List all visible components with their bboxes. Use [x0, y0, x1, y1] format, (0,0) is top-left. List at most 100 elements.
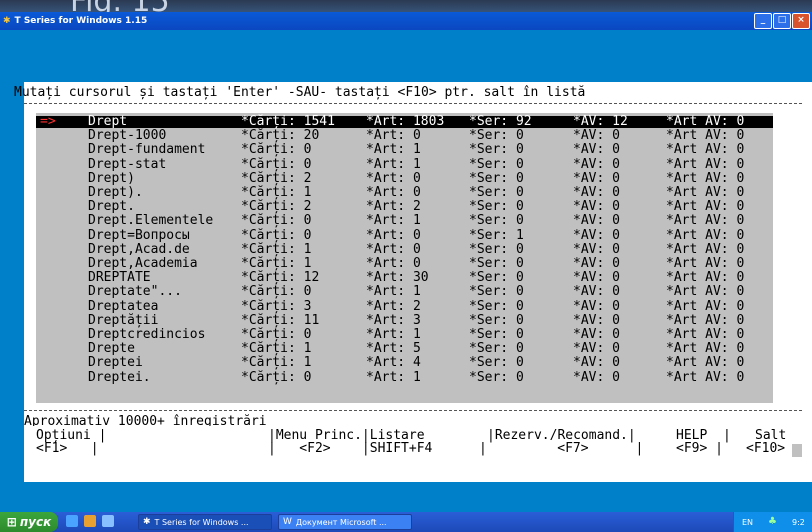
carti-count: *Cărți: 20	[241, 128, 320, 144]
network-icon[interactable]: ♣	[768, 516, 777, 527]
windows-logo-icon: ⊞	[6, 515, 17, 529]
art-count: *Art: 0	[366, 128, 421, 144]
fkey-f1[interactable]: <F1> |	[36, 442, 99, 455]
start-button[interactable]: ⊞ пуск	[0, 512, 58, 532]
av-count: *AV: 0	[573, 142, 620, 158]
ser-count: *Ser: 0	[469, 185, 524, 200]
divider-bottom	[24, 410, 802, 411]
av-count: *AV: 0	[573, 256, 620, 271]
fkey-f7[interactable]: | <F7> |	[479, 442, 643, 455]
instruction-text: Mutați cursorul și tastați 'Enter' -SAU-…	[14, 85, 586, 100]
art-count: *Art: 2	[366, 298, 421, 314]
art-count: *Art: 0	[366, 185, 421, 200]
art-count: *Art: 1	[366, 156, 421, 172]
window-titlebar[interactable]: ✱ T Series for Windows 1.15 _ □ ×	[0, 12, 812, 30]
term-row[interactable]: Drept,Academia *Cărți: 1 *Art: 0 *Ser: 0 *AV…	[36, 256, 773, 271]
term-row[interactable]: Drept.Elementele *Cărți: 0 *Art: 1 *Ser: 0 *…	[36, 213, 773, 229]
browser-icon[interactable]	[66, 515, 78, 527]
term-row[interactable]: Dreptei *Cărți: 1 *Art: 4 *Ser: 0 *AV: 0 *Art…	[36, 356, 773, 369]
av-count: *AV: 12	[573, 114, 628, 129]
term-row[interactable]: Drept-stat *Cărți: 0 *Art: 1 *Ser: 0 *AV: 0 *…	[36, 156, 773, 172]
art-count: *Art: 0	[366, 227, 421, 243]
term-name: DREPTATE	[88, 270, 151, 286]
art-count: *Art: 1	[366, 213, 421, 229]
start-label: пуск	[19, 515, 52, 529]
fkey-f10[interactable]: <F10>	[746, 442, 785, 455]
desktop-icon[interactable]	[102, 515, 114, 527]
ser-count: *Ser: 0	[469, 298, 524, 314]
av-count: *AV: 0	[573, 128, 620, 144]
term-name: Drepte	[88, 341, 135, 357]
ser-count: *Ser: 0	[469, 199, 524, 215]
term-name: Drept.	[88, 199, 135, 215]
term-row[interactable]: Drept) *Cărți: 2 *Art: 0 *Ser: 0 *AV: 0 *Art …	[36, 170, 773, 186]
art-count: *Art: 1	[366, 284, 421, 300]
minimize-button[interactable]: _	[754, 13, 772, 29]
art-count: *Art: 0	[366, 241, 421, 257]
term-row[interactable]: Drept,Acad.de *Cărți: 1 *Art: 0 *Ser: 0 *AV:…	[36, 241, 773, 257]
art-av-count: *Art AV: 0	[666, 312, 745, 328]
task-label: T Series for Windows ...	[154, 517, 249, 527]
term-row[interactable]: Drept=Вопросы *Cărți: 0 *Art: 0 *Ser: 1 *AV:…	[36, 227, 773, 243]
window-title: T Series for Windows 1.15	[14, 16, 148, 26]
close-button[interactable]: ×	[792, 13, 810, 29]
ser-count: *Ser: 0	[469, 170, 524, 186]
app-icon: ✱	[3, 16, 11, 26]
av-count: *AV: 0	[573, 327, 620, 342]
term-name: Dreptcredincios	[88, 327, 206, 342]
taskbar: ⊞ пуск ✱ T Series for Windows ... W Доку…	[0, 512, 812, 532]
selection-marker: =>	[40, 114, 56, 129]
term-name: Drept,Academia	[88, 256, 198, 271]
ser-count: *Ser: 0	[469, 241, 524, 257]
text-cursor	[585, 86, 646, 99]
art-count: *Art: 2	[366, 199, 421, 215]
term-row[interactable]: Drept). *Cărți: 1 *Art: 0 *Ser: 0 *AV: 0 *Art…	[36, 185, 773, 200]
term-row[interactable]: Drept-fundament *Cărți: 0 *Art: 1 *Ser: 0 *A…	[36, 142, 773, 158]
term-row[interactable]: DREPTATE *Cărți: 12 *Art: 30 *Ser: 0 *AV: 0 *…	[36, 270, 773, 286]
task-label: Документ Microsoft ...	[295, 517, 387, 527]
av-count: *AV: 0	[573, 284, 620, 300]
art-count: *Art: 0	[366, 256, 421, 271]
term-name: Drept-1000	[88, 128, 167, 144]
fkey-f9[interactable]: <F9> |	[676, 442, 723, 455]
carti-count: *Cărți: 1	[241, 241, 312, 257]
fkey-f2-shiftf4[interactable]: | <F2> |SHIFT+F4	[268, 442, 432, 455]
term-list[interactable]: => Drept *Cărți: 1541 *Art: 1803 *Ser: 92 *AV…	[36, 113, 773, 403]
carti-count: *Cărți: 3	[241, 298, 312, 314]
language-indicator[interactable]: EN	[742, 518, 753, 527]
art-av-count: *Art AV: 0	[666, 227, 745, 243]
term-row[interactable]: Drepte *Cărți: 1 *Art: 5 *Ser: 0 *AV: 0 *Art …	[36, 341, 773, 357]
task-document[interactable]: W Документ Microsoft ...	[278, 514, 412, 530]
term-row[interactable]: => Drept *Cărți: 1541 *Art: 1803 *Ser: 92 *AV…	[36, 114, 773, 129]
art-count: *Art: 3	[366, 312, 421, 328]
term-row[interactable]: Dreptcredincios *Cărți: 0 *Art: 1 *Ser: 0 *A…	[36, 327, 773, 342]
term-name: Drept).	[88, 185, 143, 200]
art-av-count: *Art AV: 0	[666, 256, 745, 271]
task-tseries[interactable]: ✱ T Series for Windows ...	[138, 514, 272, 530]
term-row[interactable]: Drept. *Cărți: 2 *Art: 2 *Ser: 0 *AV: 0 *Art …	[36, 199, 773, 215]
carti-count: *Cărți: 1	[241, 185, 312, 200]
art-count: *Art: 1	[366, 142, 421, 158]
term-name: Drept=Вопросы	[88, 227, 190, 243]
ser-count: *Ser: 0	[469, 213, 524, 229]
art-av-count: *Art AV: 0	[666, 284, 745, 300]
word-icon: W	[283, 517, 292, 527]
ser-count: *Ser: 0	[469, 369, 524, 385]
term-row[interactable]: Dreptatea *Cărți: 3 *Art: 2 *Ser: 0 *AV: 0 *A…	[36, 298, 773, 314]
av-count: *AV: 0	[573, 170, 620, 186]
ser-count: *Ser: 0	[469, 312, 524, 328]
carti-count: *Cărți: 2	[241, 170, 312, 186]
term-name: Dreptatea	[88, 298, 159, 314]
art-count: *Art: 30	[366, 270, 429, 286]
ser-count: *Ser: 1	[469, 227, 524, 243]
carti-count: *Cărți: 1	[241, 256, 312, 271]
media-icon[interactable]	[84, 515, 96, 527]
term-row[interactable]: Dreptei. *Cărți: 0 *Art: 1 *Ser: 0 *AV: 0 *Ar…	[36, 369, 773, 385]
term-row[interactable]: Dreptății *Cărți: 11 *Art: 3 *Ser: 0 *AV: 0 *…	[36, 312, 773, 328]
term-row[interactable]: Dreptate"... *Cărți: 0 *Art: 1 *Ser: 0 *AV: …	[36, 284, 773, 300]
maximize-button[interactable]: □	[773, 13, 791, 29]
av-count: *AV: 0	[573, 369, 620, 385]
term-row[interactable]: Drept-1000 *Cărți: 20 *Art: 0 *Ser: 0 *AV: 0…	[36, 128, 773, 144]
carti-count: *Cărți: 1541	[241, 114, 335, 129]
art-av-count: *Art AV: 0	[666, 341, 745, 357]
